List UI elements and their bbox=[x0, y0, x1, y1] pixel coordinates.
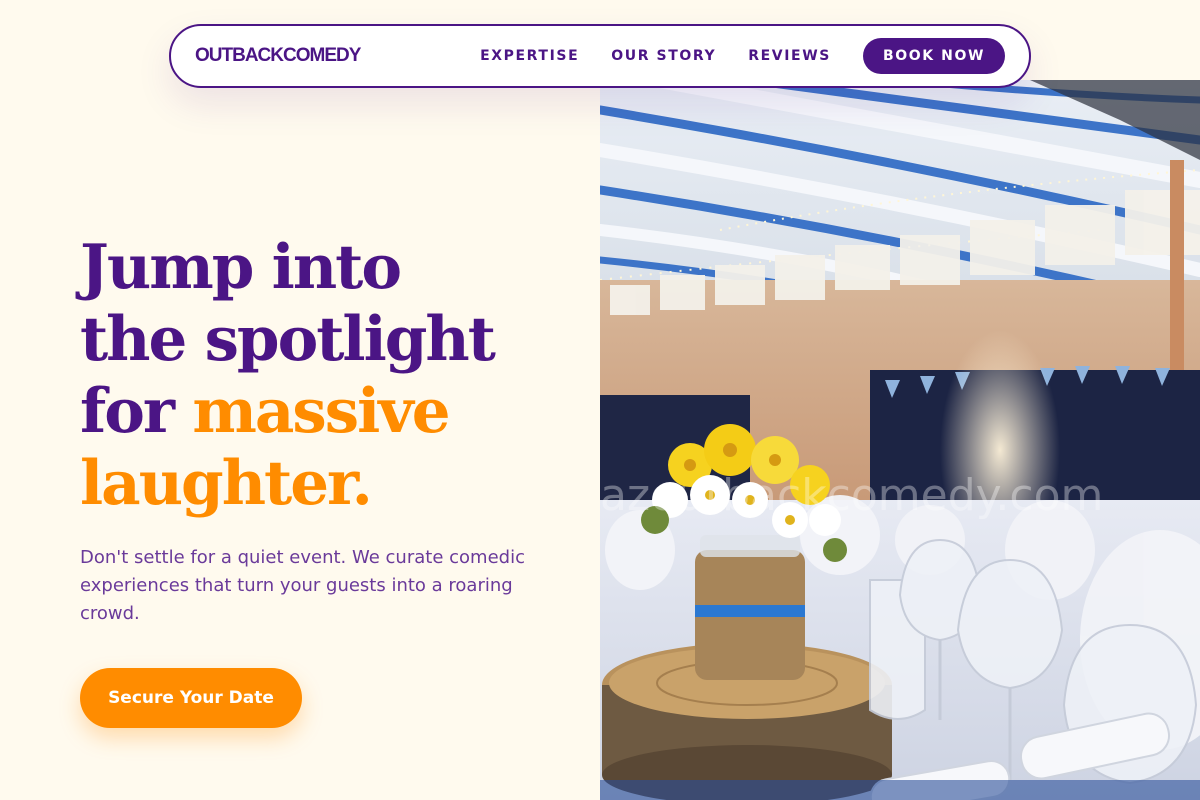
hero-title-plain-word: for bbox=[80, 376, 175, 447]
top-nav: OUTBACKCOMEDY EXPERTISE OUR STORY REVIEW… bbox=[169, 24, 1031, 88]
site-logo[interactable]: OUTBACKCOMEDY bbox=[195, 45, 361, 67]
page: azoutbackcomedy.com OUTBACKCOMEDY EXPERT… bbox=[0, 0, 1200, 800]
hero-image: azoutbackcomedy.com bbox=[600, 80, 1200, 800]
hero-title-line-3: for massive bbox=[80, 376, 494, 448]
watermark-text: azoutbackcomedy.com bbox=[600, 470, 1103, 521]
secure-your-date-button[interactable]: Secure Your Date bbox=[80, 668, 302, 728]
hero-title: Jump into the spotlight for massive laug… bbox=[80, 232, 496, 520]
hero-title-line-4: laughter. bbox=[80, 448, 373, 519]
nav-link-expertise[interactable]: EXPERTISE bbox=[480, 48, 579, 64]
book-now-button[interactable]: BOOK NOW bbox=[862, 38, 1005, 74]
nav-link-reviews[interactable]: REVIEWS bbox=[748, 48, 831, 64]
hero-subtitle: Don't settle for a quiet event. We curat… bbox=[80, 547, 525, 624]
nav-link-our-story[interactable]: OUR STORY bbox=[611, 48, 716, 64]
hero-title-line-1: Jump into bbox=[80, 232, 402, 303]
hero-title-line-2: the spotlight bbox=[80, 304, 496, 375]
hero-title-accent-word: massive bbox=[192, 376, 450, 447]
nav-links: EXPERTISE OUR STORY REVIEWS BOOK NOW bbox=[480, 38, 1005, 74]
